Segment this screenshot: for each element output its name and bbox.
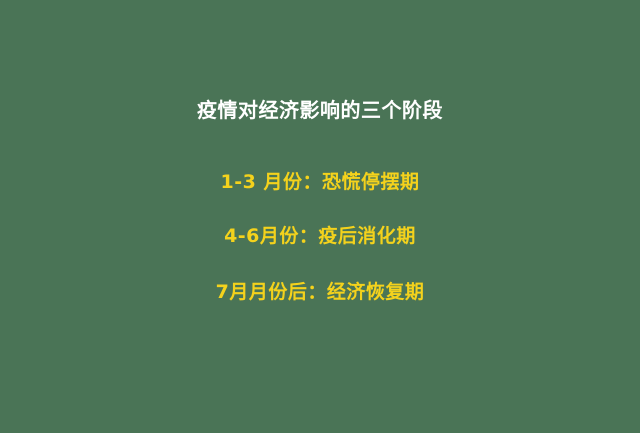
slide-title: 疫情对经济影响的三个阶段 [197, 98, 443, 122]
stage-item-1: 1-3 月份：恐慌停摆期 [220, 171, 420, 193]
stage-item-3: 7月月份后：经济恢复期 [215, 281, 425, 303]
slide: 疫情对经济影响的三个阶段 1-3 月份：恐慌停摆期 4-6月份：疫后消化期 7月… [0, 0, 640, 433]
stage-item-2: 4-6月份：疫后消化期 [224, 225, 416, 247]
